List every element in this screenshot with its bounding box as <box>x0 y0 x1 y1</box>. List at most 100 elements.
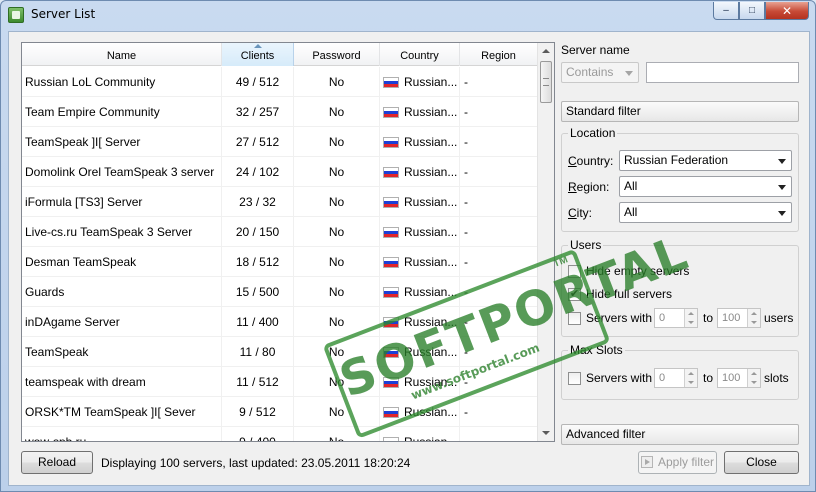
table-row[interactable]: Domolink Orel TeamSpeak 3 server 24 / 102… <box>22 157 538 187</box>
russia-flag-icon <box>383 376 399 388</box>
table-row[interactable]: Team Empire Community 32 / 257 No Russian..… <box>22 97 538 127</box>
column-header-password[interactable]: Password <box>294 43 380 66</box>
apply-icon <box>640 456 653 468</box>
clients-cell: 27 / 512 <box>222 127 294 157</box>
server-name-cell: TeamSpeak ]I[ Server <box>22 127 222 157</box>
table-row[interactable]: Desman TeamSpeak 18 / 512 No Russian... - <box>22 247 538 277</box>
filter-panel: Server name Contains Standard filter Loc… <box>561 42 801 448</box>
hide-full-checkbox[interactable]: ✔ <box>568 288 581 301</box>
region-cell: - <box>460 217 538 247</box>
minimize-button[interactable]: ‒ <box>713 2 739 20</box>
spinner-arrows-icon[interactable] <box>684 309 697 327</box>
max-users-spinner[interactable]: 100 <box>717 308 761 328</box>
server-name-cell: iFormula [TS3] Server <box>22 187 222 217</box>
standard-filter-header[interactable]: Standard filter <box>561 101 799 122</box>
region-cell: - <box>460 127 538 157</box>
column-header-country[interactable]: Country <box>380 43 460 66</box>
table-row[interactable]: TeamSpeak 11 / 80 No Russian... - <box>22 337 538 367</box>
status-text: Displaying 100 servers, last updated: 23… <box>101 456 411 470</box>
table-row[interactable]: inDAgame Server 11 / 400 No Russian... - <box>22 307 538 337</box>
maximize-button[interactable]: □ <box>739 2 765 20</box>
table-row[interactable]: Russian LoL Community 49 / 512 No Russian..… <box>22 67 538 97</box>
table-row[interactable]: ORSK*TM TeamSpeak ]I[ Sever 9 / 512 No Russ… <box>22 397 538 427</box>
table-row[interactable]: wow-spb.ru9 / 400No Russian...- <box>22 427 538 441</box>
users-to-label: to <box>703 311 714 325</box>
clients-cell: 9 / 400 <box>222 427 294 441</box>
max-slots-group: Max Slots Servers with 0 to 100 slots <box>561 343 799 400</box>
country-cell: Russian... <box>380 397 460 427</box>
caption-buttons: ‒ □ ✕ <box>713 2 809 20</box>
russia-flag-icon <box>383 196 399 208</box>
country-text: Russian... <box>404 225 458 239</box>
country-cell: Russian... <box>380 247 460 277</box>
app-icon <box>8 7 24 23</box>
column-header-region[interactable]: Region <box>460 43 538 66</box>
region-cell: - <box>460 157 538 187</box>
country-dropdown[interactable]: Russian Federation <box>619 150 792 171</box>
dialog-client-area: Name Clients Password Country Region Rus… <box>8 31 810 486</box>
title-bar[interactable]: Server List ‒ □ ✕ <box>1 1 815 29</box>
server-name-cell: wow-spb.ru <box>22 427 222 441</box>
clients-cell: 9 / 512 <box>222 397 294 427</box>
advanced-filter-header[interactable]: Advanced filter <box>561 424 799 445</box>
russia-flag-icon <box>383 166 399 178</box>
server-name-input[interactable] <box>646 62 799 83</box>
region-dropdown[interactable]: All <box>619 176 792 197</box>
password-cell: No <box>294 397 380 427</box>
slots-range-checkbox[interactable] <box>568 372 581 385</box>
scroll-down-icon[interactable] <box>542 431 550 435</box>
russia-flag-icon <box>383 316 399 328</box>
clients-cell: 11 / 80 <box>222 337 294 367</box>
city-dropdown[interactable]: All <box>619 202 792 223</box>
table-body: Russian LoL Community 49 / 512 No Russian..… <box>22 67 538 441</box>
users-group-title: Users <box>568 238 604 252</box>
users-range-checkbox[interactable] <box>568 312 581 325</box>
russia-flag-icon <box>383 76 399 88</box>
country-cell: Russian... <box>380 157 460 187</box>
close-window-button[interactable]: ✕ <box>765 2 809 20</box>
country-cell: Russian... <box>380 67 460 97</box>
scroll-up-icon[interactable] <box>542 49 550 53</box>
table-row[interactable]: TeamSpeak ]I[ Server 27 / 512 No Russian...… <box>22 127 538 157</box>
server-table: Name Clients Password Country Region Rus… <box>21 42 555 442</box>
table-row[interactable]: Live-cs.ru TeamSpeak 3 Server 20 / 150 No R… <box>22 217 538 247</box>
apply-filter-button[interactable]: Apply filter <box>638 451 717 474</box>
spinner-arrows-icon[interactable] <box>747 369 760 387</box>
region-cell: - <box>460 367 538 397</box>
close-button[interactable]: Close <box>724 451 799 474</box>
column-header-clients[interactable]: Clients <box>222 43 294 66</box>
country-text: Russian... <box>404 135 458 149</box>
password-cell: No <box>294 97 380 127</box>
spinner-arrows-icon[interactable] <box>747 309 760 327</box>
password-cell: No <box>294 187 380 217</box>
chevron-down-icon <box>778 185 786 190</box>
server-list-window: Server List ‒ □ ✕ Name Clients Password … <box>0 0 816 492</box>
password-cell: No <box>294 157 380 187</box>
country-text: Russian... <box>404 427 457 441</box>
password-cell: No <box>294 127 380 157</box>
country-text: Russian... <box>404 165 458 179</box>
table-row[interactable]: teamspeak with dream 11 / 512 No Russian...… <box>22 367 538 397</box>
country-cell: Russian... <box>380 187 460 217</box>
max-slots-spinner[interactable]: 100 <box>717 368 761 388</box>
column-header-name[interactable]: Name <box>22 43 222 66</box>
reload-button[interactable]: Reload <box>21 451 93 474</box>
region-cell: - <box>460 307 538 337</box>
min-users-spinner[interactable]: 0 <box>654 308 698 328</box>
scroll-thumb[interactable] <box>540 61 552 103</box>
spinner-arrows-icon[interactable] <box>684 369 697 387</box>
country-text: Russian... <box>404 405 458 419</box>
region-cell: - <box>460 97 538 127</box>
region-cell: - <box>460 397 538 427</box>
table-row[interactable]: Guards 15 / 500 No Russian... - <box>22 277 538 307</box>
table-row[interactable]: iFormula [TS3] Server 23 / 32 No Russian...… <box>22 187 538 217</box>
match-mode-dropdown[interactable]: Contains <box>561 62 639 83</box>
hide-empty-checkbox[interactable] <box>568 265 581 278</box>
vertical-scrollbar[interactable] <box>537 43 554 441</box>
clients-cell: 20 / 150 <box>222 217 294 247</box>
clients-cell: 24 / 102 <box>222 157 294 187</box>
location-group: Location Country: Russian Federation Reg… <box>561 126 799 232</box>
clients-cell: 15 / 500 <box>222 277 294 307</box>
min-slots-value: 0 <box>659 372 666 384</box>
min-slots-spinner[interactable]: 0 <box>654 368 698 388</box>
